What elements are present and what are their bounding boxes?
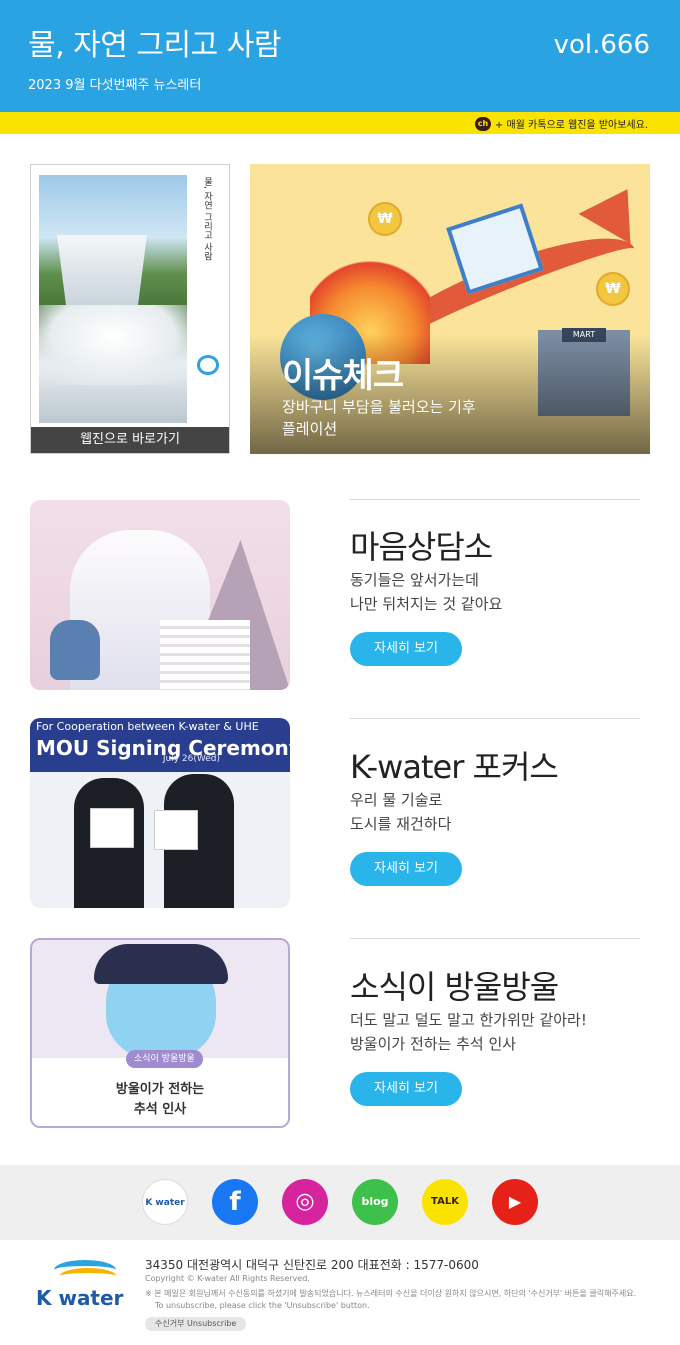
sitting-person-graphic (50, 620, 100, 680)
caption-line2: 추석 인사 (133, 1102, 187, 1117)
won-coin-icon: ₩ (368, 202, 402, 236)
banner-line3: July 26(Wed) (162, 754, 220, 764)
kakao-subscribe-text: + 매월 카톡으로 웹진을 받아보세요. (494, 120, 648, 131)
footer-copyright: Copyright © K-water All Rights Reserved. (145, 1274, 310, 1283)
won-coin-icon: ₩ (596, 272, 630, 306)
view-more-button[interactable]: 자세히 보기 (350, 852, 462, 886)
newsletter-title: 물, 자연 그리고 사람 (28, 28, 281, 63)
blog-icon[interactable]: blog (352, 1179, 398, 1225)
section-heading: K-water 포커스 (350, 748, 559, 786)
section-heading: 마음상담소 (350, 528, 493, 566)
mind-counseling-thumbnail[interactable] (30, 500, 290, 690)
section-desc-line2: 도시를 재건하다 (350, 815, 452, 833)
webzine-cover-card[interactable]: 물, 자연 그리고 사람 웹진으로 바로가기 (30, 164, 230, 454)
footer-notice-en: To unsubscribe, please click the 'Unsubs… (155, 1301, 370, 1310)
unsubscribe-button[interactable]: 수신거부 Unsubscribe (145, 1317, 247, 1331)
cover-spine: 물, 자연 그리고 사람 (191, 177, 225, 421)
mou-document (90, 808, 134, 848)
news-bubbles-thumbnail[interactable]: 소식이 방울방울 방울이가 전하는 추석 인사 (30, 938, 290, 1128)
section-desc-line2: 나만 뒤처지는 것 같아요 (350, 595, 503, 613)
footer-notice: ※ 본 메일은 회원님께서 수신동의를 하셨기에 발송되었습니다. 뉴스레터의 … (145, 1289, 637, 1298)
dam-shape (57, 235, 147, 305)
water-mist (39, 305, 187, 385)
mou-banner: For Cooperation between K-water & UHE MO… (30, 718, 290, 772)
go-to-webzine-button[interactable]: 웹진으로 바로가기 (31, 427, 229, 453)
instagram-icon[interactable]: ◎ (282, 1179, 328, 1225)
section-divider (350, 718, 640, 719)
youtube-icon[interactable]: ▶ (492, 1179, 538, 1225)
issue-date: 2023 9월 다섯번째주 뉴스레터 (28, 78, 202, 93)
mou-document (154, 810, 198, 850)
section-desc-line1: 더도 말고 덜도 말고 한가위만 같아라! (350, 1011, 587, 1029)
spine-title: 물, 자연 그리고 사람 (202, 177, 212, 261)
newsletter-header: 물, 자연 그리고 사람 2023 9월 다섯번째주 뉴스레터 vol.666 (0, 0, 680, 112)
kwater-focus-thumbnail[interactable]: For Cooperation between K-water & UHE MO… (30, 718, 290, 908)
section-divider (350, 938, 640, 939)
facebook-icon[interactable]: f (212, 1179, 258, 1225)
view-more-button[interactable]: 자세히 보기 (350, 632, 462, 666)
stairs-graphic (160, 620, 250, 690)
logo-text: K water (36, 1286, 124, 1310)
newsletter-footer: K water 34350 대전광역시 대덕구 신탄진로 200 대표전화 : … (0, 1240, 680, 1345)
series-tag: 소식이 방울방울 (126, 1050, 203, 1068)
kwater-icon[interactable]: K water (142, 1179, 188, 1225)
issue-check-label: 이슈체크 (282, 356, 404, 396)
kakao-subscribe-bar[interactable]: ch + 매월 카톡으로 웹진을 받아보세요. (0, 112, 680, 134)
section-divider (350, 499, 640, 500)
section-desc-line1: 우리 물 기술로 (350, 791, 443, 809)
logo-arc-yellow (60, 1268, 116, 1284)
cover-image-dam (39, 175, 187, 423)
issue-check-banner[interactable]: ₩ ₩ MART 이슈체크 장바구니 부담을 불러오는 기후플레이션 (250, 164, 650, 454)
mascot-hat (94, 944, 228, 984)
section-heading: 소식이 방울방울 (350, 968, 559, 1006)
kakao-subscribe-message[interactable]: ch + 매월 카톡으로 웹진을 받아보세요. (474, 116, 648, 131)
volume-number: vol.666 (553, 30, 650, 60)
anniversary-logo-icon (197, 355, 219, 375)
footer-address: 34350 대전광역시 대덕구 신탄진로 200 대표전화 : 1577-060… (145, 1258, 479, 1272)
kakao-channel-icon: ch (474, 116, 491, 131)
section-desc-line2: 방울이가 전하는 추석 인사 (350, 1035, 517, 1053)
issue-check-subtitle: 장바구니 부담을 불러오는 기후플레이션 (282, 398, 476, 438)
arrowhead-graphic (578, 174, 650, 244)
kwater-logo: K water (36, 1260, 124, 1310)
caption-line1: 방울이가 전하는 (115, 1082, 205, 1097)
section-desc-line1: 동기들은 앞서가는데 (350, 571, 479, 589)
view-more-button[interactable]: 자세히 보기 (350, 1072, 462, 1106)
thumbnail-caption: 방울이가 전하는 추석 인사 (32, 1080, 288, 1120)
kakaotalk-icon[interactable]: TALK (422, 1179, 468, 1225)
social-links-bar: K water f ◎ blog TALK ▶ (0, 1165, 680, 1240)
banner-line1: For Cooperation between K-water & UHE (36, 720, 259, 733)
